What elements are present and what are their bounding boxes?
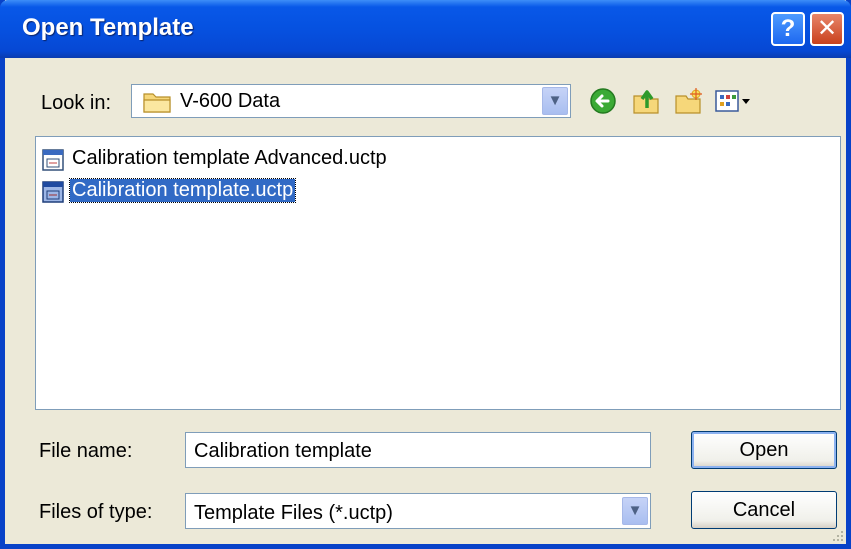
file-name-label: Calibration template Advanced.uctp — [72, 147, 387, 169]
look-in-dropdown[interactable]: V-600 Data ▼ — [131, 84, 571, 118]
cancel-button[interactable]: Cancel — [691, 491, 837, 529]
file-name-label: File name: — [39, 440, 133, 462]
files-of-type-label: Files of type: — [39, 501, 153, 523]
files-of-type-dropdown[interactable]: Template Files (*.uctp) ▼ — [185, 493, 651, 529]
dialog-title: Open Template — [22, 14, 194, 41]
resize-grip-icon[interactable] — [830, 528, 844, 542]
file-name-value: Calibration template — [194, 440, 372, 462]
file-name-input[interactable]: Calibration template — [185, 432, 651, 468]
files-of-type-chevron-down-icon[interactable]: ▼ — [622, 497, 648, 525]
views-menu-icon[interactable] — [713, 86, 753, 116]
back-arrow-icon[interactable] — [588, 86, 618, 116]
files-of-type-value: Template Files (*.uctp) — [194, 502, 393, 524]
folder-icon — [143, 93, 171, 113]
up-folder-icon[interactable] — [631, 86, 661, 116]
template-file-icon — [42, 181, 64, 203]
close-button[interactable]: ✕ — [810, 12, 844, 46]
file-name-label: Calibration template.uctp — [68, 178, 297, 203]
template-file-icon — [42, 149, 64, 171]
title-bar[interactable]: Open Template ? ✕ — [0, 0, 851, 58]
open-template-dialog: Open Template ? ✕ Look in: V-600 Data ▼ — [0, 0, 851, 549]
new-folder-icon[interactable] — [673, 86, 703, 116]
look-in-label: Look in: — [41, 92, 112, 114]
look-in-value: V-600 Data — [180, 90, 281, 112]
open-button[interactable]: Open — [691, 431, 837, 469]
file-list[interactable]: Calibration template Advanced.uctp Calib… — [35, 136, 841, 410]
look-in-chevron-down-icon[interactable]: ▼ — [542, 87, 568, 115]
help-button[interactable]: ? — [771, 12, 805, 46]
